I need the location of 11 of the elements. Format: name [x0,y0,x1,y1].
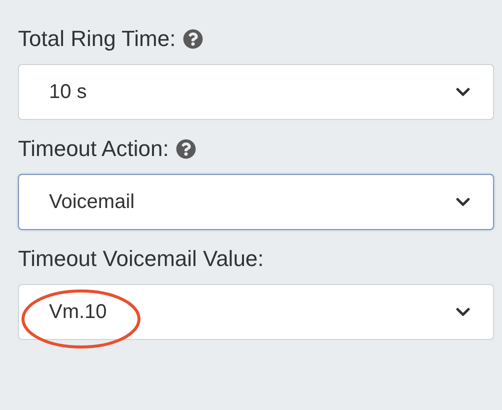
select-field[interactable]: Voicemail [18,174,494,230]
field-label: Total Ring Time: [18,25,176,53]
field-label: Timeout Voicemail Value: [18,245,264,273]
select-field[interactable]: Vm.10 [18,284,494,340]
field-label: Timeout Action: [18,135,169,163]
help-icon[interactable] [176,139,196,159]
select-value: Voicemail [49,190,135,215]
select-value: Vm.10 [49,300,107,325]
select-value: 10 s [49,80,87,105]
select-field[interactable]: 10 s [18,64,494,120]
help-icon[interactable] [182,29,203,49]
